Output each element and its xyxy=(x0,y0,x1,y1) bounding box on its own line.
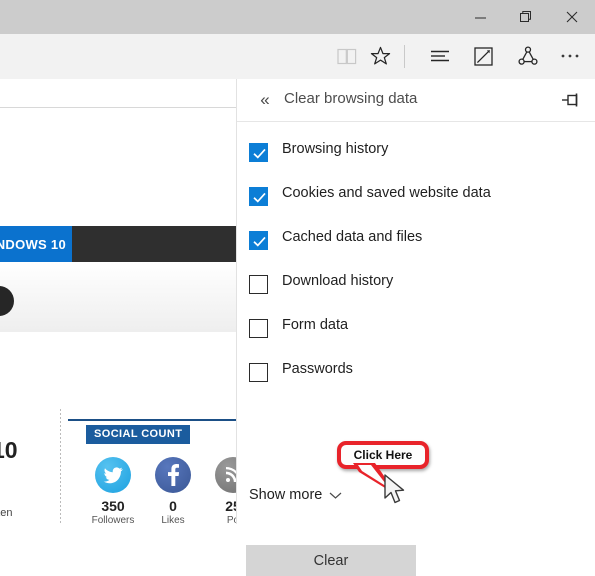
close-icon xyxy=(565,10,579,24)
panel-header: « Clear browsing data xyxy=(237,79,595,122)
browser-toolbar xyxy=(0,34,595,80)
restore-icon xyxy=(519,10,533,24)
toolbar-divider xyxy=(404,45,405,68)
page-sub-text: ritten xyxy=(0,507,13,519)
minimize-icon xyxy=(474,11,487,24)
site-nav-active-tab[interactable]: NDOWS 10 xyxy=(0,226,72,262)
hub-icon[interactable] xyxy=(421,34,458,78)
checkbox-label: Browsing history xyxy=(282,141,389,157)
checkbox-download-history[interactable] xyxy=(249,275,268,294)
social-count-value: 350 xyxy=(101,498,125,514)
checkbox-row-browsing-history[interactable]: Browsing history xyxy=(249,137,589,181)
restore-button[interactable] xyxy=(503,0,549,34)
checkbox-cookies-and-saved-website-data[interactable] xyxy=(249,187,268,206)
twitter-icon xyxy=(95,457,131,493)
minimize-button[interactable] xyxy=(457,0,503,34)
back-chevron-icon[interactable]: « xyxy=(251,87,279,113)
checkbox-row-download-history[interactable]: Download history xyxy=(249,269,589,313)
social-count-label: Followers xyxy=(91,515,135,524)
click-here-callout: Click Here xyxy=(337,441,429,496)
page-hero-area xyxy=(0,262,236,332)
checkbox-label: Download history xyxy=(282,273,394,289)
checkbox-browsing-history[interactable] xyxy=(249,143,268,162)
social-count-widget: SOCIAL COUNT 350 Followers 0 Likes 2 P xyxy=(68,419,236,524)
panel-title: Clear browsing data xyxy=(284,90,418,107)
checkbox-row-cached-data[interactable]: Cached data and files xyxy=(249,225,589,269)
page-dotted-divider xyxy=(60,409,61,524)
reading-view-icon[interactable] xyxy=(328,34,365,78)
social-count-title: SOCIAL COUNT xyxy=(86,425,191,444)
webpage-content: NDOWS 10 10 ritten SOCIAL COUNT 350 Foll… xyxy=(0,79,236,524)
web-note-icon[interactable] xyxy=(465,34,502,78)
data-type-checkbox-list: Browsing history Cookies and saved websi… xyxy=(249,137,589,401)
more-icon[interactable] xyxy=(551,34,588,78)
social-count-label: Po xyxy=(226,515,236,524)
rss-icon xyxy=(215,457,236,493)
facebook-icon xyxy=(155,457,191,493)
chevron-down-icon xyxy=(329,491,342,500)
social-item-rss[interactable]: 25 Po xyxy=(208,457,236,524)
checkbox-row-form-data[interactable]: Form data xyxy=(249,313,589,357)
social-item-facebook[interactable]: 0 Likes xyxy=(148,457,198,524)
page-divider xyxy=(0,107,236,108)
page-big-number: 10 xyxy=(0,437,18,463)
social-item-twitter[interactable]: 350 Followers xyxy=(88,457,138,524)
checkbox-row-passwords[interactable]: Passwords xyxy=(249,357,589,401)
mouse-cursor xyxy=(384,474,410,513)
social-count-value: 0 xyxy=(169,498,177,514)
checkbox-passwords[interactable] xyxy=(249,363,268,382)
checkbox-label: Form data xyxy=(282,317,349,333)
window-titlebar xyxy=(0,0,595,34)
checkbox-label: Passwords xyxy=(282,361,353,377)
close-button[interactable] xyxy=(549,0,595,34)
clear-button[interactable]: Clear xyxy=(246,545,416,576)
checkbox-row-cookies[interactable]: Cookies and saved website data xyxy=(249,181,589,225)
callout-text: Click Here xyxy=(353,448,413,462)
show-more-label: Show more xyxy=(249,487,323,503)
checkbox-form-data[interactable] xyxy=(249,319,268,338)
favorites-star-icon[interactable] xyxy=(362,34,399,78)
site-navbar: NDOWS 10 xyxy=(0,226,236,262)
checkbox-label: Cached data and files xyxy=(282,229,423,245)
checkbox-label: Cookies and saved website data xyxy=(282,185,491,201)
show-more-toggle[interactable]: Show more xyxy=(249,487,342,503)
pin-icon[interactable] xyxy=(559,89,583,111)
social-count-value: 25 xyxy=(225,498,236,514)
social-count-label: Likes xyxy=(161,515,185,524)
checkbox-cached-data-and-files[interactable] xyxy=(249,231,268,250)
share-icon[interactable] xyxy=(509,34,546,78)
